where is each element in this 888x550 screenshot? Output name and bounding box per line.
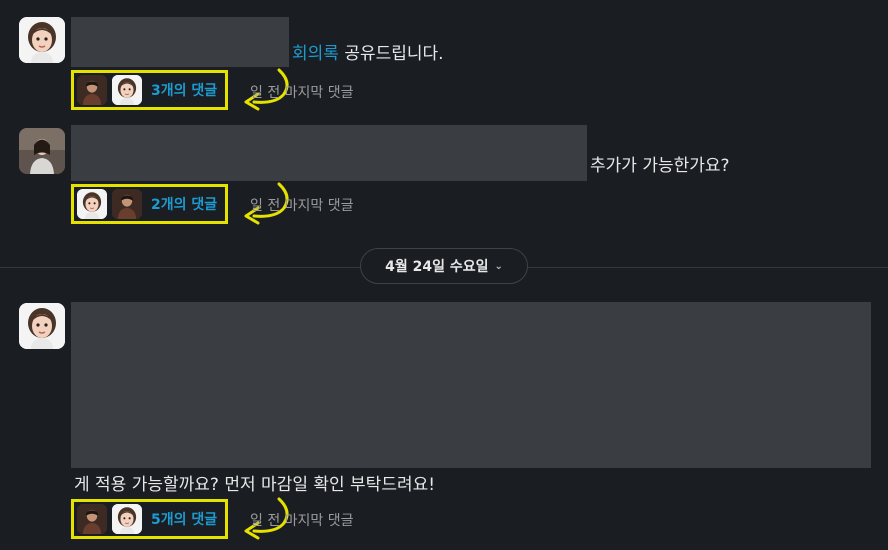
user-avatar[interactable] (19, 128, 65, 174)
replier-avatar (77, 189, 107, 219)
thread-replies-button[interactable]: 3개의 댓글 (71, 70, 228, 110)
replier-avatar (112, 75, 142, 105)
reply-count[interactable]: 5개의 댓글 (151, 509, 217, 529)
message-text: 게 적용 가능할까요? 먼저 마감일 확인 부탁드려요! (74, 475, 436, 495)
last-reply-time: 일 전 마지막 댓글 (250, 513, 354, 529)
replier-avatar (77, 75, 107, 105)
message-text: 추가가 가능한가요? (590, 156, 730, 176)
replier-avatar (77, 504, 107, 534)
redacted-block (71, 17, 289, 67)
message-text: 회의록 공유드립니다. (292, 44, 444, 64)
message-link[interactable]: 회의록 (292, 44, 339, 64)
thread-replies-button[interactable]: 5개의 댓글 (71, 499, 228, 539)
thread-replies-button[interactable]: 2개의 댓글 (71, 184, 228, 224)
user-avatar[interactable] (19, 303, 65, 349)
last-reply-time: 일 전 마지막 댓글 (250, 198, 354, 214)
reply-count[interactable]: 2개의 댓글 (151, 194, 217, 214)
chevron-down-icon: ⌄ (494, 260, 503, 272)
user-avatar[interactable] (19, 17, 65, 63)
reply-count[interactable]: 3개의 댓글 (151, 80, 217, 100)
date-divider-button[interactable]: 4월 24일 수요일 ⌄ (360, 248, 528, 284)
last-reply-time: 일 전 마지막 댓글 (250, 85, 354, 101)
replier-avatar (112, 189, 142, 219)
redacted-block (71, 125, 587, 181)
replier-avatar (112, 504, 142, 534)
redacted-block (71, 302, 871, 468)
date-label: 4월 24일 수요일 (385, 259, 489, 275)
